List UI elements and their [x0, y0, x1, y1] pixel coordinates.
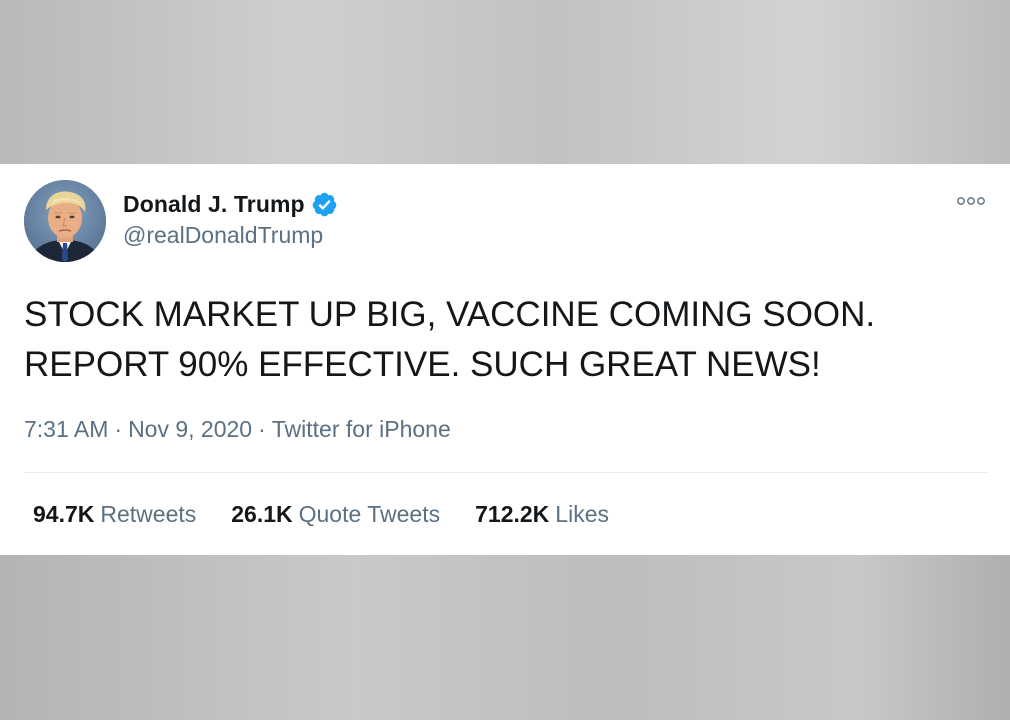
verified-badge-icon [311, 191, 338, 218]
tweet-time-link[interactable]: 7:31 AM [24, 416, 108, 442]
divider [24, 472, 988, 473]
avatar[interactable] [24, 180, 106, 262]
tweet-meta: 7:31 AM · Nov 9, 2020 · Twitter for iPhone [24, 416, 451, 443]
meta-separator: · [114, 416, 123, 442]
author-name-row: Donald J. Trump [123, 188, 338, 220]
likes-stat[interactable]: 712.2K Likes [475, 501, 609, 528]
tweet-stats: 94.7K Retweets 26.1K Quote Tweets 712.2K Li… [33, 501, 644, 528]
retweets-label: Retweets [100, 501, 197, 527]
tweet-text-line: STOCK MARKET UP BIG, VACCINE COMING SOON… [24, 295, 876, 334]
quote-tweets-label: Quote Tweets [298, 501, 441, 527]
tweet-date-link[interactable]: Nov 9, 2020 [128, 416, 252, 442]
tweet-text: STOCK MARKET UP BIG, VACCINE COMING SOON… [24, 290, 984, 390]
retweets-count: 94.7K [33, 501, 95, 527]
likes-label: Likes [555, 501, 609, 527]
author-display-name[interactable]: Donald J. Trump [123, 191, 305, 218]
quote-tweets-stat[interactable]: 26.1K Quote Tweets [231, 501, 440, 528]
likes-count: 712.2K [475, 501, 550, 527]
retweets-stat[interactable]: 94.7K Retweets [33, 501, 196, 528]
tweet-source-link[interactable]: Twitter for iPhone [272, 416, 451, 442]
tweet-text-line: REPORT 90% EFFECTIVE. SUCH GREAT NEWS! [24, 345, 821, 384]
avatar-portrait [24, 180, 106, 262]
quote-tweets-count: 26.1K [231, 501, 293, 527]
blurred-background-bottom [0, 555, 1010, 720]
tweet-card: Donald J. Trump @realDonaldTrump STOCK M… [0, 164, 1010, 555]
more-options-icon[interactable] [956, 194, 986, 208]
author-handle[interactable]: @realDonaldTrump [123, 222, 323, 249]
meta-separator: · [258, 416, 266, 442]
blurred-background-top [0, 0, 1010, 164]
